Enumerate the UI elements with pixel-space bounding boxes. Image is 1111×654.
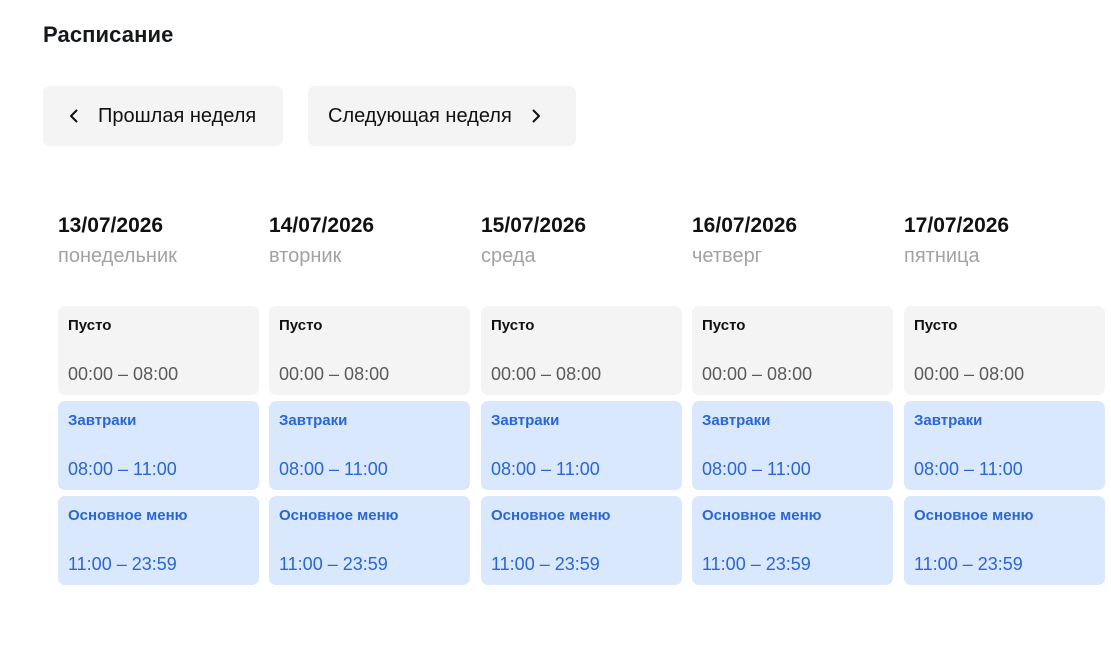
schedule-slot-empty[interactable]: Пусто 00:00 – 08:00 [269, 306, 470, 395]
slot-title: Завтраки [702, 412, 771, 429]
next-week-button[interactable]: Следующая неделя [308, 86, 576, 146]
slot-time: 08:00 – 11:00 [702, 459, 811, 479]
schedule-slot-breakfast[interactable]: Завтраки 08:00 – 11:00 [481, 401, 682, 490]
slot-title: Пусто [914, 317, 958, 334]
schedule-slot-breakfast[interactable]: Завтраки 08:00 – 11:00 [692, 401, 893, 490]
slot-time: 08:00 – 11:00 [491, 459, 600, 479]
slot-time: 08:00 – 11:00 [279, 459, 388, 479]
schedule-week: 13/07/2026 понедельник 14/07/2026 вторни… [58, 212, 1111, 592]
slot-title: Завтраки [279, 412, 348, 429]
slot-time: 11:00 – 23:59 [702, 554, 811, 574]
day-weekday: четверг [692, 245, 762, 267]
slot-title: Завтраки [914, 412, 983, 429]
schedule-slot-empty[interactable]: Пусто 00:00 – 08:00 [58, 306, 259, 395]
slot-time: 00:00 – 08:00 [68, 364, 179, 384]
slot-time: 08:00 – 11:00 [68, 459, 177, 479]
schedule-slot-empty[interactable]: Пусто 00:00 – 08:00 [692, 306, 893, 395]
slot-title: Пусто [279, 317, 323, 334]
slot-title: Основное меню [68, 507, 188, 524]
slot-time: 11:00 – 23:59 [914, 554, 1023, 574]
previous-week-label: Прошлая неделя [98, 104, 257, 127]
slot-title: Пусто [68, 317, 112, 334]
schedule-slot-breakfast[interactable]: Завтраки 08:00 – 11:00 [269, 401, 470, 490]
day-column: 14/07/2026 вторник [269, 212, 471, 270]
slot-title: Пусто [702, 317, 746, 334]
day-date: 17/07/2026 [904, 214, 1010, 237]
slot-time: 00:00 – 08:00 [279, 364, 390, 384]
slot-title: Завтраки [68, 412, 137, 429]
slot-title: Основное меню [279, 507, 399, 524]
schedule-slot-empty[interactable]: Пусто 00:00 – 08:00 [904, 306, 1105, 395]
schedule-slot-empty[interactable]: Пусто 00:00 – 08:00 [481, 306, 682, 395]
slot-time: 00:00 – 08:00 [702, 364, 813, 384]
slot-time: 00:00 – 08:00 [914, 364, 1025, 384]
next-week-label: Следующая неделя [328, 104, 512, 127]
day-column: 15/07/2026 среда [481, 212, 683, 270]
day-column: 13/07/2026 понедельник [58, 212, 260, 270]
schedule-slot-main-menu[interactable]: Основное меню 11:00 – 23:59 [692, 496, 893, 585]
chevron-left-icon [67, 109, 81, 123]
day-column: 17/07/2026 пятница [904, 212, 1106, 270]
schedule-slot-main-menu[interactable]: Основное меню 11:00 – 23:59 [904, 496, 1105, 585]
schedule-slot-main-menu[interactable]: Основное меню 11:00 – 23:59 [58, 496, 259, 585]
day-date: 14/07/2026 [269, 214, 375, 237]
slot-time: 00:00 – 08:00 [491, 364, 602, 384]
page-title: Расписание [43, 22, 174, 47]
day-weekday: вторник [269, 245, 342, 267]
schedule-slot-breakfast[interactable]: Завтраки 08:00 – 11:00 [58, 401, 259, 490]
slot-time: 11:00 – 23:59 [491, 554, 600, 574]
day-column: 16/07/2026 четверг [692, 212, 894, 270]
slot-title: Завтраки [491, 412, 560, 429]
schedule-slot-main-menu[interactable]: Основное меню 11:00 – 23:59 [269, 496, 470, 585]
chevron-right-icon [529, 109, 543, 123]
slot-title: Пусто [491, 317, 535, 334]
slot-time: 11:00 – 23:59 [68, 554, 177, 574]
schedule-slot-main-menu[interactable]: Основное меню 11:00 – 23:59 [481, 496, 682, 585]
slot-title: Основное меню [702, 507, 822, 524]
schedule-slot-breakfast[interactable]: Завтраки 08:00 – 11:00 [904, 401, 1105, 490]
slot-time: 11:00 – 23:59 [279, 554, 388, 574]
previous-week-button[interactable]: Прошлая неделя [43, 86, 283, 146]
day-weekday: понедельник [58, 245, 177, 267]
slot-title: Основное меню [914, 507, 1034, 524]
day-date: 16/07/2026 [692, 214, 798, 237]
day-weekday: пятница [904, 245, 980, 267]
day-date: 15/07/2026 [481, 214, 587, 237]
day-weekday: среда [481, 245, 536, 267]
slot-title: Основное меню [491, 507, 611, 524]
slot-time: 08:00 – 11:00 [914, 459, 1023, 479]
day-date: 13/07/2026 [58, 214, 164, 237]
